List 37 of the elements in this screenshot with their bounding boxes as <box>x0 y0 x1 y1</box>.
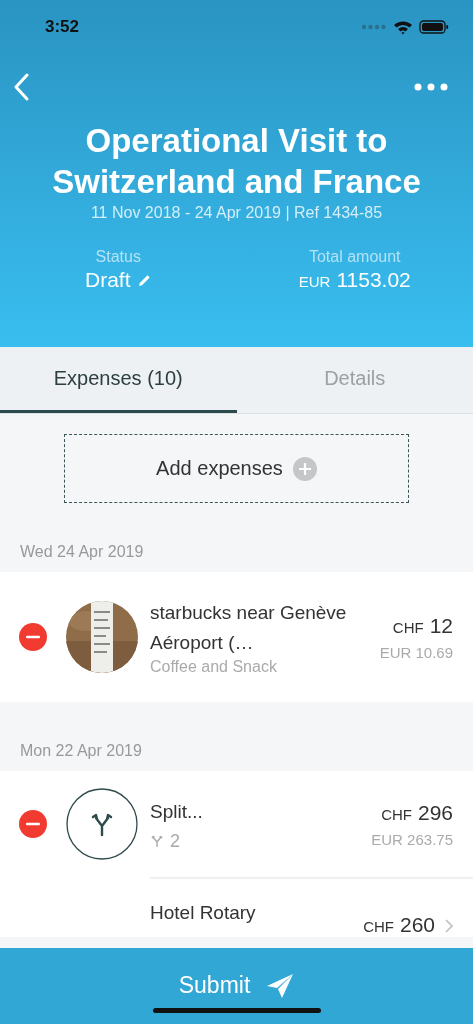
signal-icon <box>361 24 387 30</box>
expense-category: Coffee and Snack <box>150 658 278 676</box>
converted-amount: EUR 263.75 <box>371 830 453 848</box>
status-time: 3:52 <box>45 17 80 37</box>
amount-value: 12 <box>429 613 453 638</box>
total-label: Total amount <box>308 248 401 266</box>
more-icon[interactable] <box>414 83 448 91</box>
expense-title: Split... <box>150 799 204 824</box>
status-value: Draft <box>85 268 131 292</box>
back-icon[interactable] <box>12 73 30 101</box>
total-amount: 1153.02 <box>336 268 411 292</box>
amount-currency: CHF <box>363 918 394 935</box>
tab[interactable]: Expenses (10) <box>0 347 237 413</box>
converted-amount: EUR 10.69 <box>379 643 453 661</box>
wifi-icon <box>393 19 413 35</box>
amount-value: 260 <box>399 913 435 937</box>
remove-icon[interactable] <box>19 623 47 651</box>
plus-icon <box>292 456 317 481</box>
paper-plane-icon <box>266 972 295 999</box>
date-header: Mon 22 Apr 2019 <box>19 741 143 761</box>
add-expenses-button[interactable]: Add expenses <box>64 434 409 503</box>
report-dates: 11 Nov 2018 - 24 Apr 2019 | Ref 1434-85 <box>89 204 384 222</box>
total-currency: EUR <box>298 273 331 290</box>
pencil-icon[interactable] <box>136 272 152 288</box>
amount-currency: CHF <box>381 805 412 823</box>
date-header: Wed 24 Apr 2019 <box>19 542 145 562</box>
status-label: Status <box>95 248 141 266</box>
expense-title: starbucks near Genève Aéroport (… <box>150 601 348 655</box>
expense-title: Hotel Rotary <box>150 901 257 925</box>
amount-value: 296 <box>417 800 453 825</box>
report-title: Operational Visit to Switzerland and France <box>51 121 422 202</box>
amount-currency: CHF <box>392 618 424 636</box>
battery-icon <box>419 20 449 34</box>
split-icon <box>66 788 138 860</box>
remove-icon[interactable] <box>19 810 47 838</box>
split-count: 2 <box>170 830 180 852</box>
split-icon <box>150 834 164 848</box>
